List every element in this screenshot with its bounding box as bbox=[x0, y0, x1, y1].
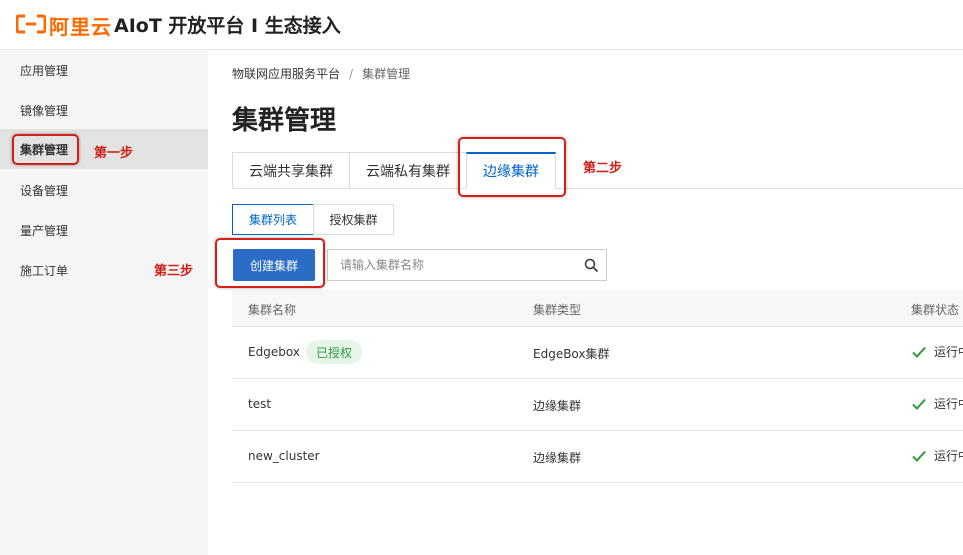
cluster-status-text: 运行中 bbox=[934, 449, 963, 463]
authorized-badge: 已授权 bbox=[306, 340, 363, 364]
sidebar-item-app-management[interactable]: 应用管理 bbox=[0, 50, 208, 90]
tab-cloud-shared-cluster[interactable]: 云端共享集群 bbox=[232, 152, 350, 189]
sidebar-item-label: 量产管理 bbox=[20, 223, 69, 238]
step3-annotation: 第三步 bbox=[154, 264, 194, 279]
search-box bbox=[327, 249, 607, 281]
cluster-status-text: 运行中 bbox=[934, 397, 963, 411]
cluster-status-text: 运行中 bbox=[934, 345, 963, 359]
logo-text[interactable]: 阿里云 bbox=[49, 11, 112, 40]
tab-edge-cluster[interactable]: 边缘集群 bbox=[466, 152, 556, 189]
step1-annotation: 第一步 bbox=[94, 146, 134, 161]
subtab-label: 授权集群 bbox=[329, 213, 378, 227]
sidebar-item-label: 镜像管理 bbox=[20, 103, 69, 118]
subtab-authorized-clusters[interactable]: 授权集群 bbox=[313, 204, 394, 235]
sidebar-item-image-management[interactable]: 镜像管理 bbox=[0, 90, 208, 130]
sidebar-item-production-management[interactable]: 量产管理 bbox=[0, 210, 208, 250]
search-input[interactable] bbox=[328, 250, 576, 280]
tab-label: 云端共享集群 bbox=[249, 163, 333, 180]
column-header-status[interactable]: 集群状态 bbox=[911, 301, 959, 318]
sidebar-item-label: 施工订单 bbox=[20, 263, 69, 278]
breadcrumb: 物联网应用服务平台 / 集群管理 bbox=[232, 65, 410, 82]
top-bar: 阿里云 AIoT 开放平台 I 生态接入 bbox=[0, 0, 963, 50]
aliyun-logo-icon[interactable] bbox=[16, 14, 46, 34]
table-row: new_cluster 边缘集群 运行中 bbox=[232, 431, 963, 483]
column-header-name[interactable]: 集群名称 bbox=[248, 301, 296, 318]
create-cluster-button[interactable]: 创建集群 bbox=[233, 249, 315, 281]
cluster-status: 运行中 bbox=[912, 343, 963, 360]
table-row: Edgebox 已授权 EdgeBox集群 运行中 bbox=[232, 327, 963, 379]
checkmark-icon bbox=[912, 398, 926, 410]
tab-label: 云端私有集群 bbox=[366, 163, 450, 180]
breadcrumb-current: 集群管理 bbox=[362, 67, 411, 81]
checkmark-icon bbox=[912, 450, 926, 462]
cluster-name-link[interactable]: new_cluster bbox=[248, 449, 320, 463]
cluster-status: 运行中 bbox=[912, 447, 963, 464]
sidebar-item-label: 应用管理 bbox=[20, 63, 69, 78]
sidebar: 应用管理 镜像管理 集群管理 设备管理 量产管理 施工订单 bbox=[0, 50, 208, 555]
step2-annotation: 第二步 bbox=[583, 161, 623, 176]
tab-cloud-private-cluster[interactable]: 云端私有集群 bbox=[349, 152, 467, 189]
breadcrumb-separator: / bbox=[349, 67, 354, 81]
cluster-type: EdgeBox集群 bbox=[533, 347, 610, 361]
cluster-name-link[interactable]: Edgebox bbox=[248, 345, 300, 359]
table-header: 集群名称 集群类型 集群状态 bbox=[232, 290, 963, 327]
cluster-type: 边缘集群 bbox=[533, 399, 582, 413]
page-title: 集群管理 bbox=[232, 106, 337, 136]
sidebar-item-device-management[interactable]: 设备管理 bbox=[0, 170, 208, 210]
checkmark-icon bbox=[912, 346, 926, 358]
product-title: AIoT 开放平台 I 生态接入 bbox=[114, 15, 341, 37]
cluster-status: 运行中 bbox=[912, 395, 963, 412]
column-header-type[interactable]: 集群类型 bbox=[533, 301, 581, 318]
subtab-label: 集群列表 bbox=[248, 213, 297, 227]
cluster-name-link[interactable]: test bbox=[248, 397, 271, 411]
breadcrumb-root-link[interactable]: 物联网应用服务平台 bbox=[232, 67, 340, 81]
search-icon[interactable] bbox=[584, 258, 598, 272]
subtab-cluster-list[interactable]: 集群列表 bbox=[232, 204, 314, 235]
table-row: test 边缘集群 运行中 bbox=[232, 379, 963, 431]
sidebar-item-label: 设备管理 bbox=[20, 183, 69, 198]
cluster-type: 边缘集群 bbox=[533, 451, 582, 465]
tab-label: 边缘集群 bbox=[483, 164, 539, 180]
sidebar-item-label: 集群管理 bbox=[20, 142, 69, 157]
